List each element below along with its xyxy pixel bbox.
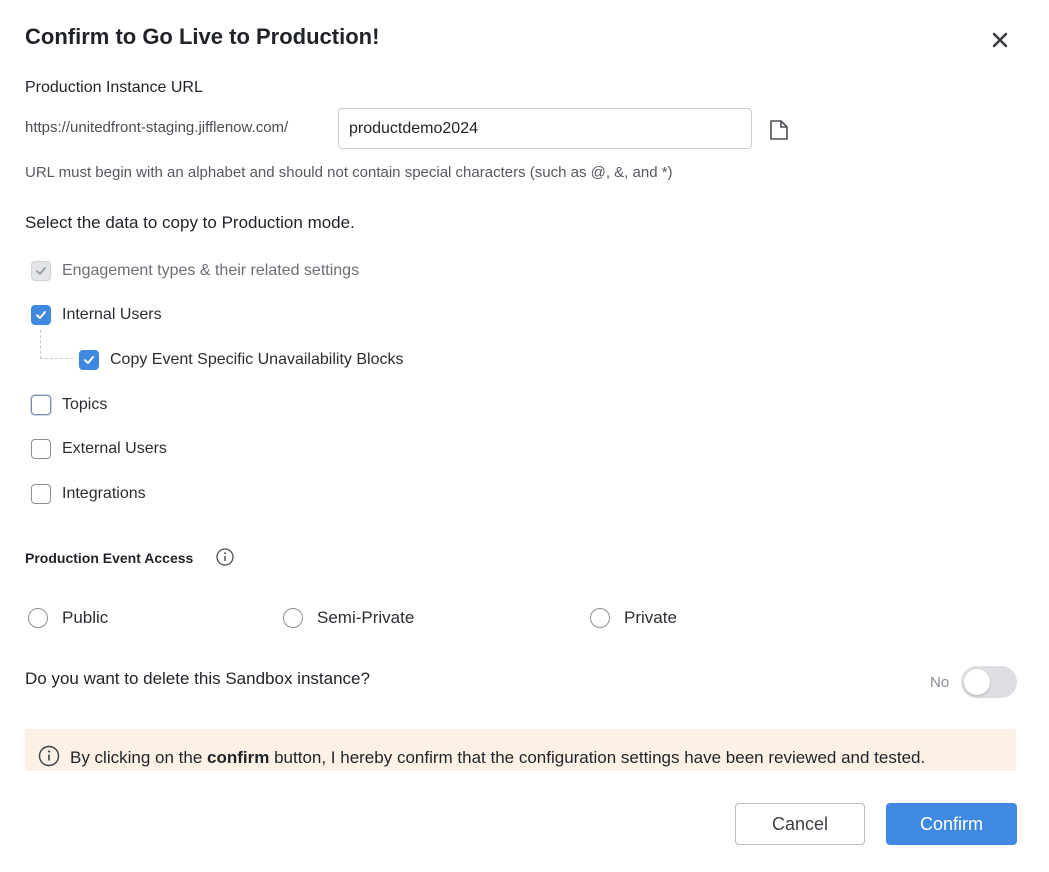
copy-url-button[interactable] bbox=[768, 118, 790, 142]
check-icon bbox=[36, 267, 46, 275]
close-button[interactable] bbox=[988, 28, 1012, 52]
internal-users-label: Internal Users bbox=[62, 306, 162, 323]
public-radio[interactable] bbox=[28, 608, 48, 628]
radio-private[interactable]: Private bbox=[590, 608, 677, 628]
external-users-checkbox[interactable] bbox=[31, 439, 51, 459]
semi-private-label: Semi-Private bbox=[317, 608, 415, 627]
integrations-checkbox[interactable] bbox=[31, 484, 51, 504]
unavailability-blocks-label: Copy Event Specific Unavailability Block… bbox=[110, 351, 404, 368]
unavailability-blocks-checkbox[interactable] bbox=[79, 350, 99, 370]
event-access-info[interactable] bbox=[216, 548, 234, 571]
url-section-label: Production Instance URL bbox=[25, 79, 203, 96]
banner-prefix: By clicking on the bbox=[70, 748, 208, 767]
close-icon bbox=[992, 32, 1008, 48]
toggle-knob bbox=[964, 669, 990, 695]
delete-toggle-label: No bbox=[930, 674, 950, 691]
event-access-label: Production Event Access bbox=[25, 550, 194, 566]
nested-connector bbox=[40, 330, 73, 359]
option-unavailability-blocks[interactable]: Copy Event Specific Unavailability Block… bbox=[79, 350, 403, 370]
integrations-label: Integrations bbox=[62, 485, 146, 502]
info-icon bbox=[216, 548, 234, 566]
topics-label: Topics bbox=[62, 396, 108, 413]
internal-users-checkbox[interactable] bbox=[31, 305, 51, 325]
private-label: Private bbox=[624, 608, 677, 627]
engagement-types-checkbox bbox=[31, 261, 51, 281]
url-hint: URL must begin with an alphabet and shou… bbox=[25, 164, 673, 181]
confirm-button[interactable]: Confirm bbox=[886, 803, 1017, 845]
delete-sandbox-question: Do you want to delete this Sandbox insta… bbox=[25, 669, 370, 688]
option-topics[interactable]: Topics bbox=[31, 395, 107, 415]
private-radio[interactable] bbox=[590, 608, 610, 628]
radio-semi-private[interactable]: Semi-Private bbox=[283, 608, 414, 628]
banner-text: By clicking on the confirm button, I her… bbox=[70, 748, 925, 768]
banner-suffix: button, I hereby confirm that the config… bbox=[269, 748, 926, 767]
url-prefix: https://unitedfront-staging.jifflenow.co… bbox=[25, 119, 289, 136]
topics-checkbox[interactable] bbox=[31, 395, 51, 415]
copy-icon bbox=[770, 120, 788, 140]
info-icon bbox=[38, 745, 60, 767]
external-users-label: External Users bbox=[62, 440, 167, 457]
banner-emphasis: confirm bbox=[207, 748, 270, 767]
check-icon bbox=[84, 356, 94, 364]
check-icon bbox=[36, 311, 46, 319]
option-integrations[interactable]: Integrations bbox=[31, 484, 146, 504]
public-label: Public bbox=[62, 608, 109, 627]
delete-sandbox-toggle[interactable] bbox=[961, 666, 1017, 698]
data-copy-label: Select the data to copy to Production mo… bbox=[25, 213, 355, 232]
dialog-title: Confirm to Go Live to Production! bbox=[25, 24, 380, 49]
option-engagement-types: Engagement types & their related setting… bbox=[31, 261, 359, 281]
radio-public[interactable]: Public bbox=[28, 608, 108, 628]
semi-private-radio[interactable] bbox=[283, 608, 303, 628]
option-external-users[interactable]: External Users bbox=[31, 439, 167, 459]
instance-url-input[interactable] bbox=[338, 108, 752, 149]
option-internal-users[interactable]: Internal Users bbox=[31, 305, 162, 325]
banner-info bbox=[38, 745, 60, 767]
engagement-types-label: Engagement types & their related setting… bbox=[62, 262, 360, 279]
cancel-button[interactable]: Cancel bbox=[735, 803, 865, 845]
